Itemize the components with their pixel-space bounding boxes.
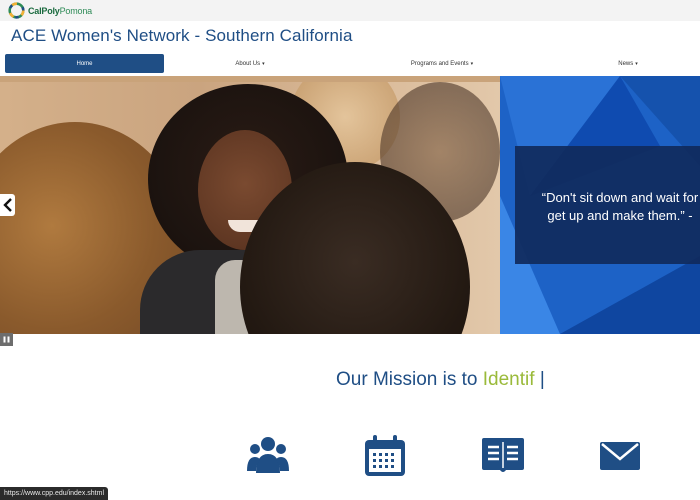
hero-photo: [0, 82, 500, 334]
calpoly-pomona-logo[interactable]: CalPolyPomona: [8, 1, 92, 20]
nav-item-about-us[interactable]: About Us ▾: [170, 54, 330, 73]
site-title[interactable]: ACE Women's Network - Southern Californi…: [11, 26, 353, 46]
main-nav: Home About Us ▾ Programs and Events ▾ News…: [0, 52, 700, 76]
nav-item-label: Home: [76, 60, 93, 67]
quote-panel: “Don't sit down and wait for get up and …: [500, 76, 700, 334]
quote-box: “Don't sit down and wait for get up and …: [515, 146, 700, 264]
nav-item-label: News: [618, 60, 634, 67]
carousel-prev-button[interactable]: [0, 194, 15, 216]
nav-item-programs-events[interactable]: Programs and Events ▾: [362, 54, 522, 73]
top-brand-bar: CalPolyPomona: [0, 0, 700, 21]
quote-line-2: get up and make them.” -: [547, 208, 693, 223]
calendar-icon[interactable]: [364, 435, 406, 482]
caret-down-icon: ▾: [262, 60, 265, 67]
people-group-icon[interactable]: [247, 435, 289, 478]
nav-item-home[interactable]: Home: [5, 54, 164, 73]
caret-down-icon: ▾: [470, 60, 474, 67]
hero-carousel: “Don't sit down and wait for get up and …: [0, 76, 700, 334]
nav-item-news[interactable]: News ▾: [548, 54, 700, 73]
chevron-left-icon: [2, 198, 12, 212]
envelope-icon[interactable]: [600, 442, 640, 475]
pause-icon: [3, 336, 10, 343]
mission-prefix: Our Mission is to: [336, 369, 483, 390]
logo-text: CalPolyPomona: [28, 5, 92, 16]
mission-typed-word: Identif: [482, 369, 535, 390]
cpp-octagon-logo-icon: [8, 2, 25, 19]
carousel-pause-button[interactable]: [0, 333, 13, 346]
caret-down-icon: ▾: [635, 60, 638, 67]
typing-cursor: |: [539, 369, 545, 390]
status-bar-url: https://www.cpp.edu/index.shtml: [0, 487, 108, 500]
open-book-icon[interactable]: [482, 438, 524, 479]
quote-line-1: “Don't sit down and wait for: [541, 190, 699, 205]
nav-item-label: About Us: [235, 60, 261, 67]
nav-item-label: Programs and Events: [410, 60, 469, 67]
hero-quote: “Don't sit down and wait for get up and …: [520, 189, 700, 225]
mission-heading: Our Mission is to Identif |: [336, 369, 545, 391]
